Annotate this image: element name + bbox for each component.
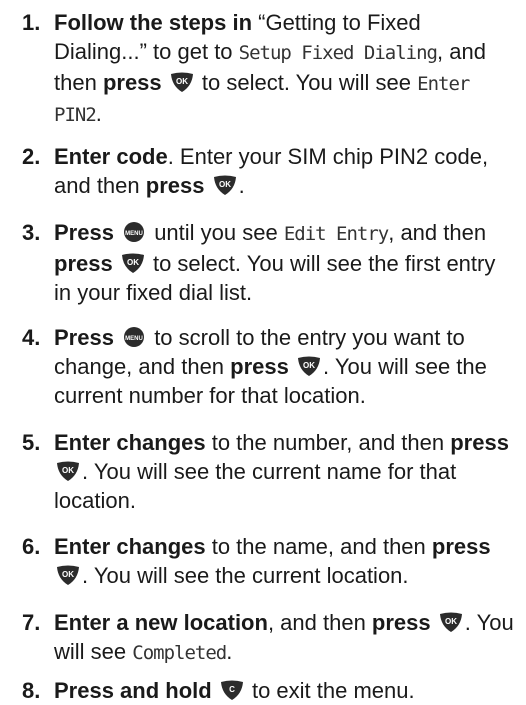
instruction-text: to the name, and then: [205, 534, 432, 559]
step-text: Enter a new location, and then press OK.…: [54, 608, 518, 668]
step-text: Press MENU until you see Edit Entry, and…: [54, 218, 518, 307]
instruction-text: [289, 354, 295, 379]
ok-key-icon: OK: [297, 355, 321, 377]
step-number: 6.: [22, 534, 41, 559]
svg-text:OK: OK: [445, 617, 457, 626]
instruction-text: to exit the menu.: [245, 678, 415, 703]
bold-instruction: Enter a new location: [54, 610, 268, 635]
step-number: 1.: [22, 10, 41, 35]
bold-instruction: press: [102, 70, 162, 95]
instruction-text: [114, 325, 120, 350]
bold-instruction: press: [145, 173, 205, 198]
instruction-text: [204, 173, 210, 198]
step-text: Press MENU to scroll to the entry you wa…: [54, 323, 518, 410]
bold-instruction: press: [230, 354, 289, 379]
instruction-text: . You will see the current name for that…: [54, 459, 457, 513]
ok-key-icon: OK: [439, 611, 463, 633]
bold-instruction: Enter changes: [54, 534, 206, 559]
bold-instruction: Press: [54, 325, 114, 350]
ok-key-icon: OK: [56, 460, 80, 482]
display-text: Edit Entry: [283, 223, 389, 245]
clear-key-icon: C: [220, 679, 244, 701]
bold-instruction: Press and hold: [54, 678, 212, 703]
instruction-text: .: [95, 101, 102, 126]
instruction-text: to the number, and then: [205, 430, 451, 455]
bold-instruction: Follow the steps in: [54, 10, 253, 35]
step-number: 4.: [22, 325, 41, 350]
step-number: 8.: [22, 678, 41, 703]
step-number: 2.: [22, 144, 41, 169]
bold-instruction: Enter code: [54, 144, 168, 169]
step-text: Enter changes to the number, and then pr…: [54, 428, 518, 515]
svg-text:OK: OK: [219, 180, 231, 189]
instruction-text: [113, 251, 119, 276]
menu-key-icon: MENU: [122, 221, 146, 243]
display-text: Setup Fixed Dialing: [238, 42, 438, 64]
step-text: Follow the steps in “Getting to Fixed Di…: [54, 8, 518, 130]
instruction-text: to select. You will see: [195, 70, 418, 95]
svg-text:OK: OK: [62, 466, 74, 475]
svg-text:MENU: MENU: [125, 231, 143, 237]
ok-key-icon: OK: [56, 564, 80, 586]
step-text: Enter code. Enter your SIM chip PIN2 cod…: [54, 142, 518, 200]
svg-text:MENU: MENU: [125, 336, 143, 342]
display-text: Completed: [132, 642, 227, 664]
bold-instruction: press: [431, 534, 491, 559]
bold-instruction: Enter changes: [54, 430, 206, 455]
instruction-text: until you see: [148, 220, 284, 245]
svg-text:OK: OK: [176, 77, 188, 86]
svg-text:OK: OK: [62, 570, 74, 579]
svg-text:OK: OK: [127, 258, 139, 267]
instruction-text: . You will see the current location.: [82, 563, 409, 588]
instruction-text: , and then: [267, 610, 372, 635]
ok-key-icon: OK: [170, 71, 194, 93]
svg-text:C: C: [229, 685, 235, 694]
bold-instruction: press: [450, 430, 509, 455]
menu-key-icon: MENU: [122, 326, 146, 348]
instruction-text: [162, 70, 168, 95]
instruction-text: [114, 220, 120, 245]
instruction-text: .: [238, 173, 245, 198]
step-text: Enter changes to the name, and then pres…: [54, 532, 518, 590]
bold-instruction: Press: [54, 220, 114, 245]
ok-key-icon: OK: [121, 252, 145, 274]
step-number: 5.: [22, 430, 41, 455]
bold-instruction: press: [54, 251, 113, 276]
ok-key-icon: OK: [213, 174, 237, 196]
svg-text:OK: OK: [303, 361, 315, 370]
instruction-text: .: [226, 639, 233, 664]
step-number: 3.: [22, 220, 41, 245]
instruction-text: [431, 610, 437, 635]
step-text: Press and hold C to exit the menu.: [54, 676, 518, 705]
step-number: 7.: [22, 610, 41, 635]
instruction-text: , and then: [388, 220, 487, 245]
instruction-text: [212, 678, 218, 703]
bold-instruction: press: [371, 610, 431, 635]
